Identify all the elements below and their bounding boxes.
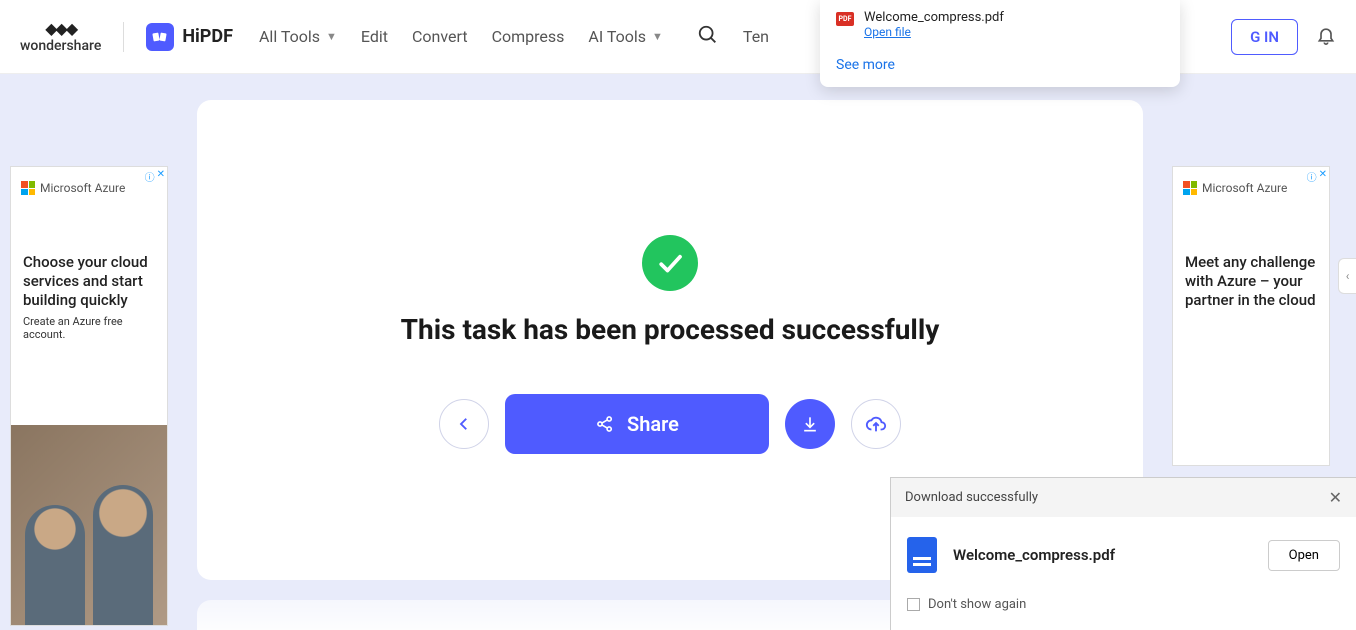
ad-image (11, 425, 167, 625)
back-button[interactable] (439, 399, 489, 449)
panel-filename: Welcome_compress.pdf (953, 546, 1252, 564)
download-info: Welcome_compress.pdf Open file (864, 10, 1004, 39)
wondershare-brand[interactable]: ◆◆◆ wondershare (20, 19, 101, 54)
download-button[interactable] (785, 399, 835, 449)
adchoices-icon[interactable]: ⓘ✕ (1307, 169, 1327, 184)
nav-ai-tools-label: AI Tools (588, 27, 646, 46)
ad-headline: Choose your cloud services and start bui… (11, 203, 167, 315)
hipdf-label: HiPDF (182, 26, 233, 47)
pdf-file-icon: PDF (836, 12, 854, 26)
chevron-down-icon: ▼ (652, 30, 663, 43)
document-file-icon (907, 537, 937, 573)
download-success-panel: Download successfully ✕ Welcome_compress… (890, 477, 1356, 630)
nav-convert[interactable]: Convert (412, 27, 468, 46)
dont-show-label: Don't show again (928, 597, 1026, 612)
see-more-link[interactable]: See more (836, 57, 1164, 73)
download-filename: Welcome_compress.pdf (864, 10, 1004, 25)
ad-logo: Microsoft Azure (11, 167, 167, 203)
sign-in-button[interactable]: G IN (1231, 19, 1298, 55)
download-entry[interactable]: PDF Welcome_compress.pdf Open file (836, 10, 1164, 39)
brand-group: ◆◆◆ wondershare HiPDF (20, 19, 233, 54)
adchoices-icon[interactable]: ⓘ✕ (145, 169, 165, 184)
panel-footer: Don't show again (891, 593, 1356, 630)
ad-brand-label: Microsoft Azure (40, 181, 125, 195)
ad-headline: Meet any challenge with Azure – your par… (1173, 203, 1329, 315)
ad-left[interactable]: ⓘ✕ Microsoft Azure Choose your cloud ser… (10, 166, 168, 626)
ad-right[interactable]: ⓘ✕ Microsoft Azure Meet any challenge wi… (1172, 166, 1330, 466)
wondershare-label: wondershare (20, 38, 101, 54)
share-label: Share (627, 412, 679, 436)
header-right: G IN (1231, 19, 1336, 55)
side-collapse-tab[interactable]: ‹ (1338, 258, 1356, 294)
hipdf-brand[interactable]: HiPDF (146, 23, 233, 51)
wondershare-logo-icon: ◆◆◆ (45, 19, 76, 38)
success-message: This task has been processed successfull… (401, 313, 940, 346)
nav-ai-tools[interactable]: AI Tools ▼ (588, 27, 663, 46)
action-row: Share (439, 394, 901, 454)
bell-icon[interactable] (1316, 24, 1336, 50)
ad-logo: Microsoft Azure (1173, 167, 1329, 203)
hipdf-logo-icon (146, 23, 174, 51)
nav-all-tools[interactable]: All Tools ▼ (259, 27, 337, 46)
search-icon[interactable] (697, 24, 719, 50)
nav-edit[interactable]: Edit (361, 27, 388, 46)
close-icon[interactable]: ✕ (1329, 488, 1342, 507)
success-check-icon (642, 235, 698, 291)
browser-download-dropdown: PDF Welcome_compress.pdf Open file See m… (820, 0, 1180, 87)
nav-templates[interactable]: Ten (743, 27, 769, 46)
panel-title: Download successfully (905, 490, 1038, 505)
chevron-down-icon: ▼ (326, 30, 337, 43)
nav-all-tools-label: All Tools (259, 27, 320, 46)
cloud-upload-button[interactable] (851, 399, 901, 449)
ad-brand-label: Microsoft Azure (1202, 181, 1287, 195)
panel-header: Download successfully ✕ (891, 478, 1356, 517)
brand-divider (123, 22, 124, 52)
nav-compress[interactable]: Compress (492, 27, 565, 46)
microsoft-logo-icon (21, 181, 35, 195)
main-nav: All Tools ▼ Edit Convert Compress AI Too… (259, 24, 769, 50)
microsoft-logo-icon (1183, 181, 1197, 195)
share-button[interactable]: Share (505, 394, 769, 454)
open-button[interactable]: Open (1268, 540, 1340, 571)
panel-body: Welcome_compress.pdf Open (891, 517, 1356, 593)
ad-subtext: Create an Azure free account. (11, 315, 167, 341)
open-file-link[interactable]: Open file (864, 25, 1004, 39)
dont-show-checkbox[interactable] (907, 598, 920, 611)
